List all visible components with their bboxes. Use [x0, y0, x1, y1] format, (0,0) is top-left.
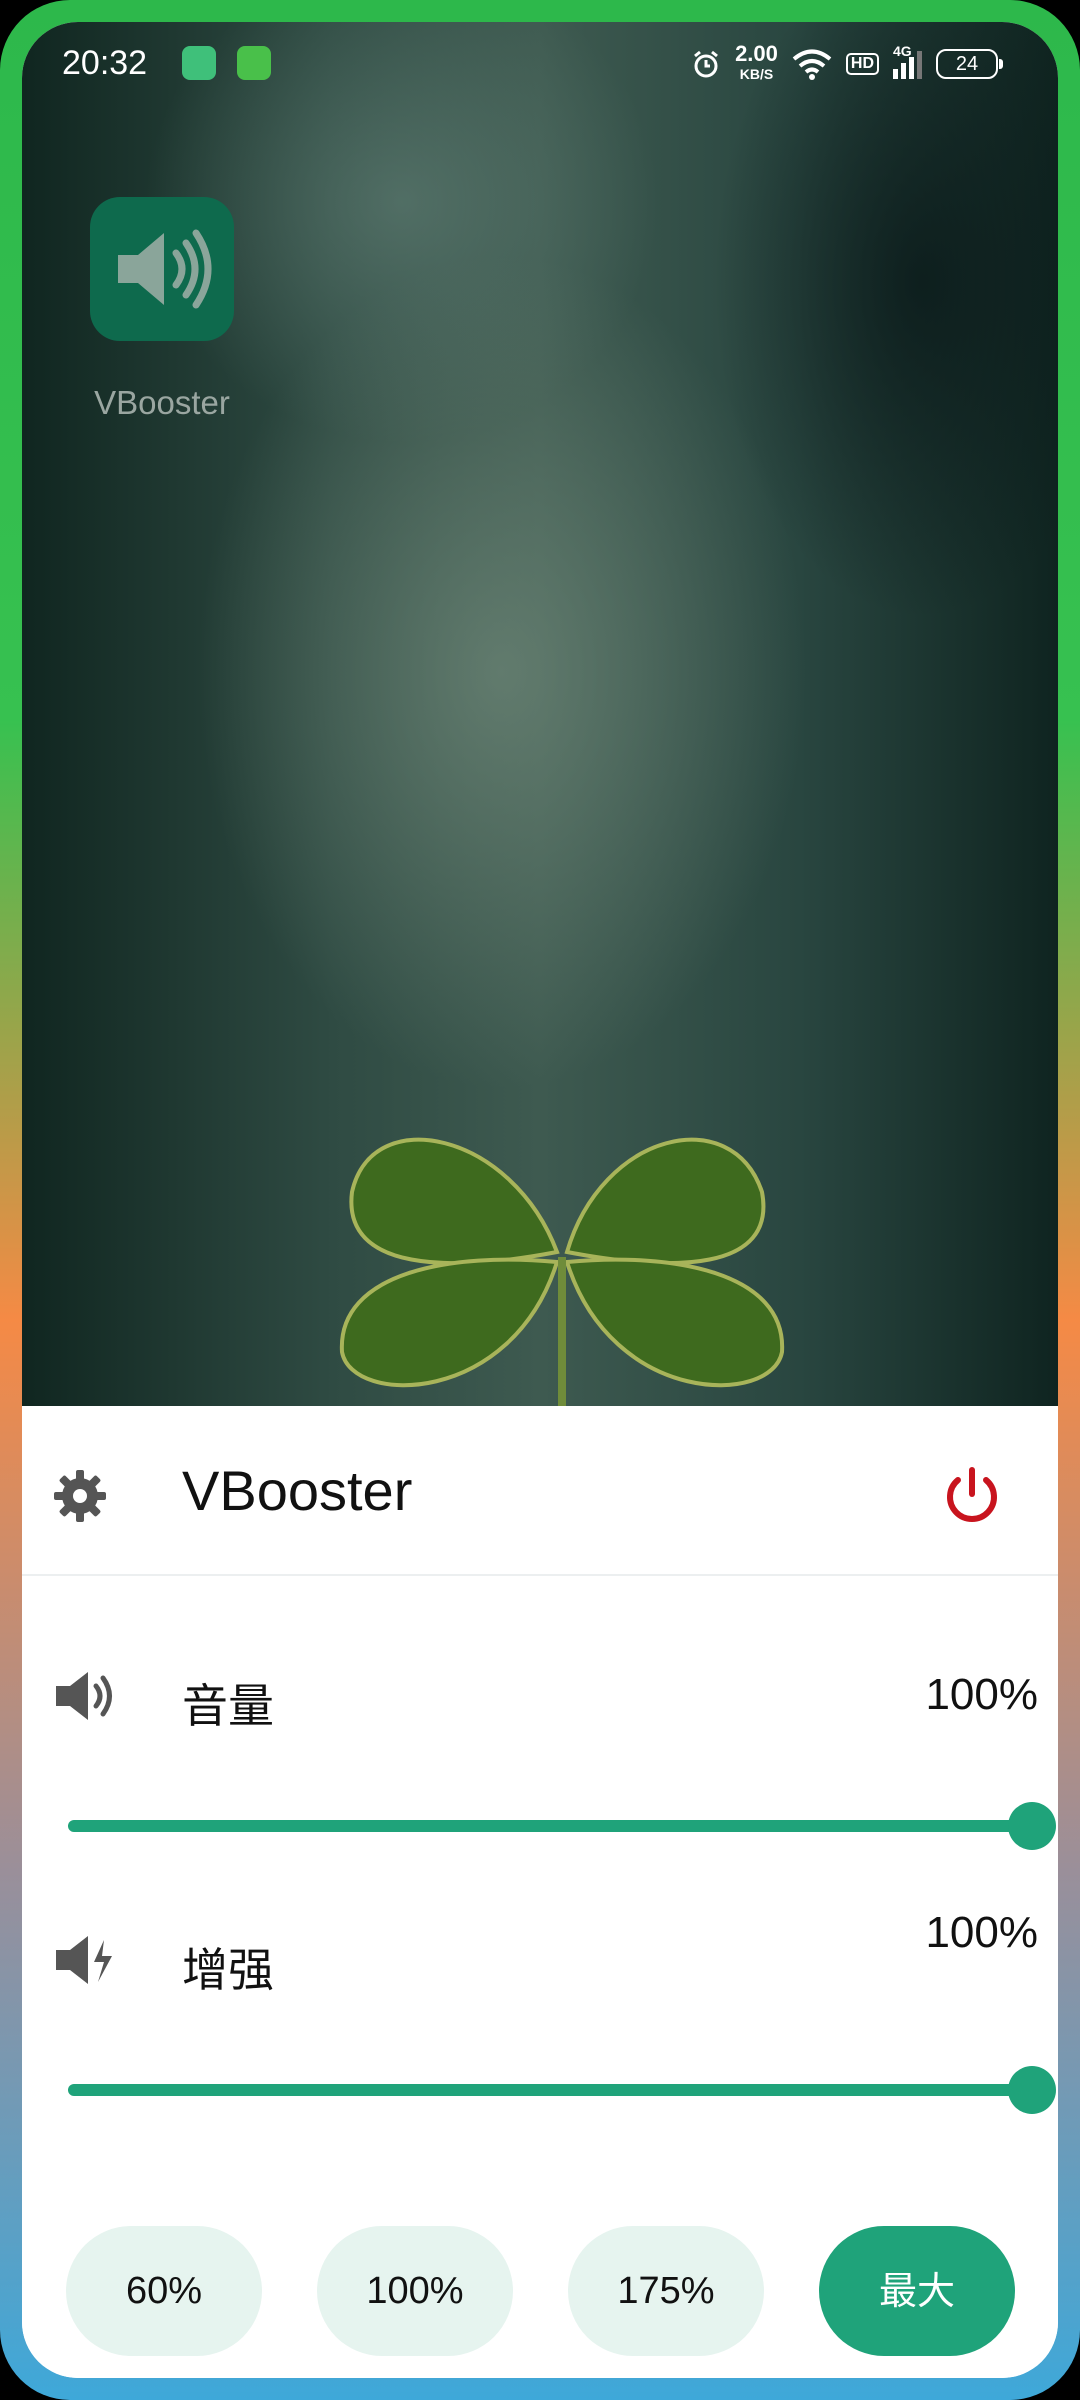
screen: 20:32 2.00 KB/S HD 4G 24 VBooster VBoost…	[22, 22, 1058, 2378]
volume-value: 100%	[925, 1670, 1038, 1719]
hd-badge: HD	[845, 53, 879, 75]
speaker-icon	[118, 229, 212, 309]
status-bar: 20:32 2.00 KB/S HD 4G 24	[22, 22, 1058, 92]
volume-slider-thumb[interactable]	[1008, 1802, 1056, 1850]
preset-60-button[interactable]: 60%	[66, 2226, 262, 2356]
volume-slider-fill	[68, 1820, 1032, 1832]
net-speed: 2.00 KB/S	[735, 41, 778, 84]
clover-wallpaper-image	[339, 1137, 785, 1406]
boost-speaker-icon	[56, 1936, 112, 1984]
settings-gear-icon[interactable]	[52, 1468, 108, 1524]
panel-title: VBooster	[182, 1459, 413, 1522]
status-time: 20:32	[62, 44, 148, 82]
boost-slider-thumb[interactable]	[1008, 2066, 1056, 2114]
battery-indicator: 24	[936, 49, 1003, 79]
vbooster-panel: VBooster 音量 100% 增强 100% 60% 100% 175% 最…	[22, 1406, 1058, 2378]
network-type: 4G	[893, 43, 912, 59]
volume-icon	[56, 1672, 112, 1720]
volume-label: 音量	[182, 1679, 274, 1733]
net-speed-value: 2.00	[735, 41, 778, 66]
boost-value: 100%	[925, 1908, 1038, 1957]
security-app-icon	[182, 46, 216, 80]
preset-max-button[interactable]: 最大	[819, 2226, 1015, 2356]
power-icon[interactable]	[940, 1464, 1004, 1528]
boost-slider-fill	[68, 2084, 1032, 2096]
wifi-icon	[792, 49, 832, 80]
message-app-icon	[237, 46, 271, 80]
alarm-icon	[694, 50, 718, 78]
panel-header: VBooster	[22, 1406, 1058, 1576]
volume-slider[interactable]	[68, 1802, 1056, 1850]
boost-slider[interactable]	[68, 2066, 1056, 2114]
boost-label: 增强	[182, 1943, 274, 1997]
vbooster-app-icon[interactable]	[90, 197, 234, 341]
net-speed-unit: KB/S	[739, 66, 774, 82]
status-right-group: 2.00 KB/S HD 4G 24	[691, 41, 1003, 84]
cellular-signal: 4G	[893, 43, 922, 79]
preset-175-button[interactable]: 175%	[568, 2226, 764, 2356]
app-label: VBooster	[94, 384, 230, 421]
preset-100-button[interactable]: 100%	[317, 2226, 513, 2356]
